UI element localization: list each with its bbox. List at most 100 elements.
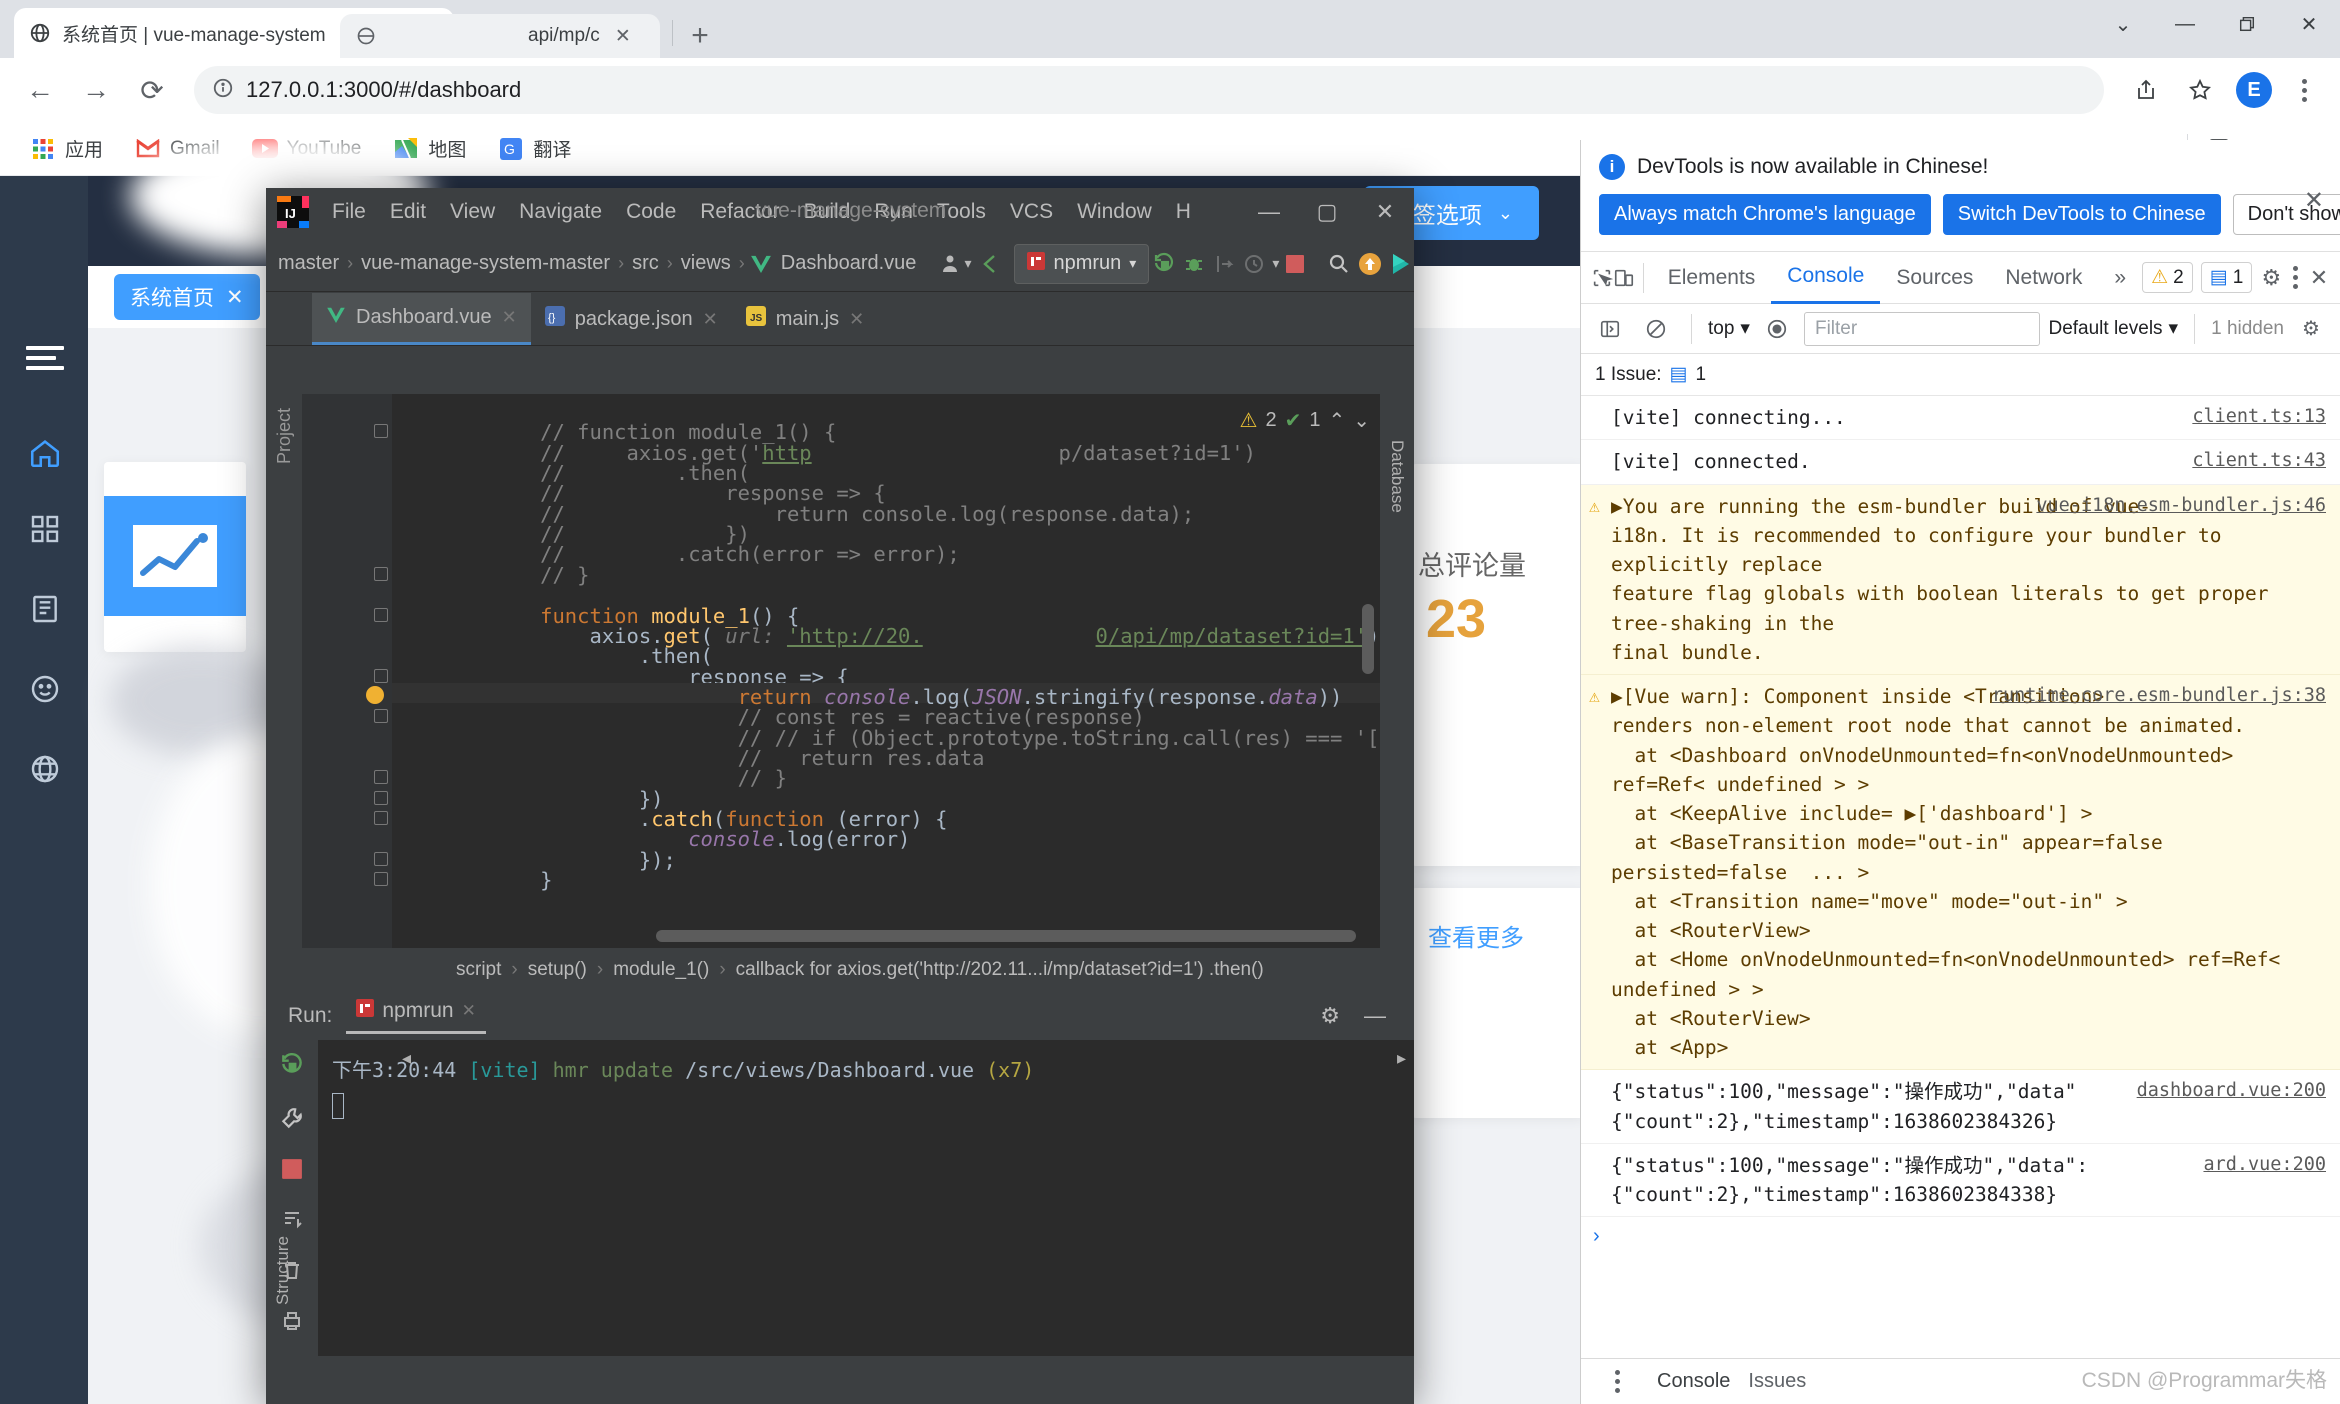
gear-icon[interactable]: ⚙: [2260, 259, 2282, 297]
next-problem-icon[interactable]: ⌄: [1353, 408, 1370, 433]
debug-icon[interactable]: [1182, 247, 1206, 281]
tool-window-structure[interactable]: Structure: [273, 1236, 293, 1305]
breadcrumb-project[interactable]: vue-manage-system-master: [355, 252, 616, 275]
run-scroll-left-icon[interactable]: ◂: [402, 1048, 411, 1069]
intention-bulb-icon[interactable]: [366, 686, 384, 704]
code-content[interactable]: // function module_1() { // axios.get('h…: [392, 394, 1380, 948]
console-log-source-link[interactable]: client.ts:13: [2192, 403, 2326, 431]
drawer-tab-issues[interactable]: Issues: [1748, 1370, 1806, 1393]
code-fold-marker[interactable]: [374, 567, 388, 581]
breadcrumb-branch[interactable]: master: [272, 252, 345, 275]
console-log-row[interactable]: [vite] connected.client.ts:43: [1581, 440, 2340, 484]
menu-edit[interactable]: Edit: [378, 194, 438, 230]
more-vertical-icon[interactable]: [1595, 1360, 1639, 1404]
console-log-row[interactable]: ⚠▶[Vue warn]: Component inside <Transiti…: [1581, 675, 2340, 1070]
editor-breadcrumb-setup[interactable]: setup(): [528, 959, 587, 981]
console-log-row[interactable]: ⚠▶You are running the esm-bundler build …: [1581, 485, 2340, 676]
run-console-output[interactable]: 下午3:20:44 [vite] hmr update /src/views/D…: [318, 1040, 1414, 1404]
code-fold-marker[interactable]: [374, 709, 388, 723]
file-tab-dashboard[interactable]: Dashboard.vue ✕: [312, 293, 531, 345]
console-log-row[interactable]: {"status":100,"message":"操作成功","data" {"…: [1581, 1070, 2340, 1144]
breadcrumb-src[interactable]: src: [626, 252, 665, 275]
forward-button[interactable]: →: [70, 64, 122, 116]
sidebar-item-table[interactable]: [24, 588, 66, 630]
menu-help[interactable]: H: [1164, 194, 1203, 230]
more-vertical-icon[interactable]: [2282, 256, 2308, 300]
chevron-down-icon[interactable]: ▾: [1272, 247, 1279, 281]
code-fold-marker[interactable]: [374, 791, 388, 805]
chrome-menu-icon[interactable]: [2282, 68, 2326, 112]
view-more-link[interactable]: 查看更多: [1428, 918, 1524, 953]
console-levels-selector[interactable]: Default levels ▾: [2048, 317, 2178, 340]
console-log-source-link[interactable]: dashboard.vue:200: [2137, 1077, 2326, 1105]
code-fold-marker[interactable]: [374, 811, 388, 825]
star-icon[interactable]: [2174, 64, 2226, 116]
file-tab-close-icon[interactable]: ✕: [703, 309, 718, 330]
minimize-icon[interactable]: —: [1364, 1003, 1386, 1029]
menu-navigate[interactable]: Navigate: [507, 194, 614, 230]
breadcrumb-file[interactable]: Dashboard.vue: [775, 252, 923, 275]
ide-close-icon[interactable]: ✕: [1356, 188, 1414, 236]
console-issue-bar[interactable]: 1 Issue: ▤ 1: [1581, 354, 2340, 396]
console-log-source-link[interactable]: client.ts:43: [2192, 447, 2326, 475]
address-bar[interactable]: 127.0.0.1:3000/#/dashboard: [194, 66, 2104, 114]
run-configuration-selector[interactable]: npmrun ▾: [1014, 244, 1149, 284]
console-filter-input[interactable]: Filter: [1804, 312, 2041, 346]
inspection-widget[interactable]: ⚠ 2 ✔ 1 ⌃ ⌄: [1240, 408, 1370, 433]
code-fold-marker[interactable]: [374, 852, 388, 866]
share-icon[interactable]: [2120, 64, 2172, 116]
editor-horizontal-scrollbar[interactable]: [656, 930, 1356, 942]
stop-icon[interactable]: [281, 1158, 303, 1185]
device-toolbar-icon[interactable]: [1613, 259, 1635, 297]
hamburger-menu-icon[interactable]: [26, 346, 64, 372]
run-tab-close-icon[interactable]: ✕: [462, 1001, 476, 1021]
run-icon[interactable]: [1152, 247, 1176, 281]
menu-window[interactable]: Window: [1065, 194, 1164, 230]
inspect-element-icon[interactable]: [1591, 259, 1613, 297]
clear-console-icon[interactable]: [1637, 310, 1675, 348]
console-log-row[interactable]: {"status":100,"message":"操作成功","data": {…: [1581, 1144, 2340, 1218]
breadcrumb-views[interactable]: views: [675, 252, 737, 275]
stop-icon[interactable]: [1285, 247, 1305, 281]
update-icon[interactable]: [1357, 247, 1383, 281]
code-fold-marker[interactable]: [374, 872, 388, 886]
menu-file[interactable]: File: [320, 194, 378, 230]
console-context-selector[interactable]: top ▾: [1708, 317, 1750, 340]
search-icon[interactable]: [1327, 247, 1351, 281]
banner-close-icon[interactable]: ✕: [2304, 186, 2324, 215]
window-maximize-icon[interactable]: [2216, 0, 2278, 48]
prev-problem-icon[interactable]: ⌃: [1328, 408, 1345, 433]
code-fold-marker[interactable]: [374, 424, 388, 438]
ide-plugin-icon[interactable]: [1389, 247, 1415, 281]
user-settings-icon[interactable]: ▾: [940, 247, 971, 281]
print-icon[interactable]: [280, 1309, 304, 1338]
file-tab-package-json[interactable]: {} package.json ✕: [531, 293, 732, 345]
close-icon[interactable]: ✕: [2308, 259, 2330, 297]
tab-sources[interactable]: Sources: [1880, 252, 1989, 304]
run-scroll-right-icon[interactable]: ▸: [1397, 1048, 1406, 1069]
bookmark-apps[interactable]: 应用: [18, 129, 115, 168]
console-log-source-link[interactable]: ard.vue:200: [2203, 1151, 2326, 1179]
window-minimize-icon[interactable]: —: [2154, 0, 2216, 48]
tab-console[interactable]: Console: [1771, 252, 1880, 304]
menu-code[interactable]: Code: [614, 194, 688, 230]
editor-breadcrumb-script[interactable]: script: [456, 959, 501, 981]
rerun-icon[interactable]: [279, 1052, 305, 1083]
reload-button[interactable]: ⟳: [126, 64, 178, 116]
menu-view[interactable]: View: [438, 194, 507, 230]
profile-avatar[interactable]: E: [2228, 64, 2280, 116]
code-fold-marker[interactable]: [374, 770, 388, 784]
console-log-source-link[interactable]: vue-i18n.esm-bundler.js:46: [2036, 492, 2326, 520]
editor-vertical-scrollbar[interactable]: [1362, 604, 1374, 674]
sidebar-item-components[interactable]: [24, 508, 66, 550]
always-match-language-button[interactable]: Always match Chrome's language: [1599, 194, 1931, 235]
tab-network[interactable]: Network: [1989, 252, 2098, 304]
file-tab-close-icon[interactable]: ✕: [502, 307, 517, 328]
console-prompt[interactable]: ›: [1581, 1217, 2340, 1237]
sort-icon[interactable]: [280, 1207, 304, 1236]
gear-icon[interactable]: ⚙: [1320, 1003, 1340, 1029]
new-tab-button[interactable]: +: [680, 18, 720, 54]
ide-maximize-icon[interactable]: ▢: [1298, 188, 1356, 236]
file-tab-main-js[interactable]: JS main.js ✕: [732, 293, 878, 345]
tool-window-database[interactable]: Database: [1387, 440, 1407, 513]
